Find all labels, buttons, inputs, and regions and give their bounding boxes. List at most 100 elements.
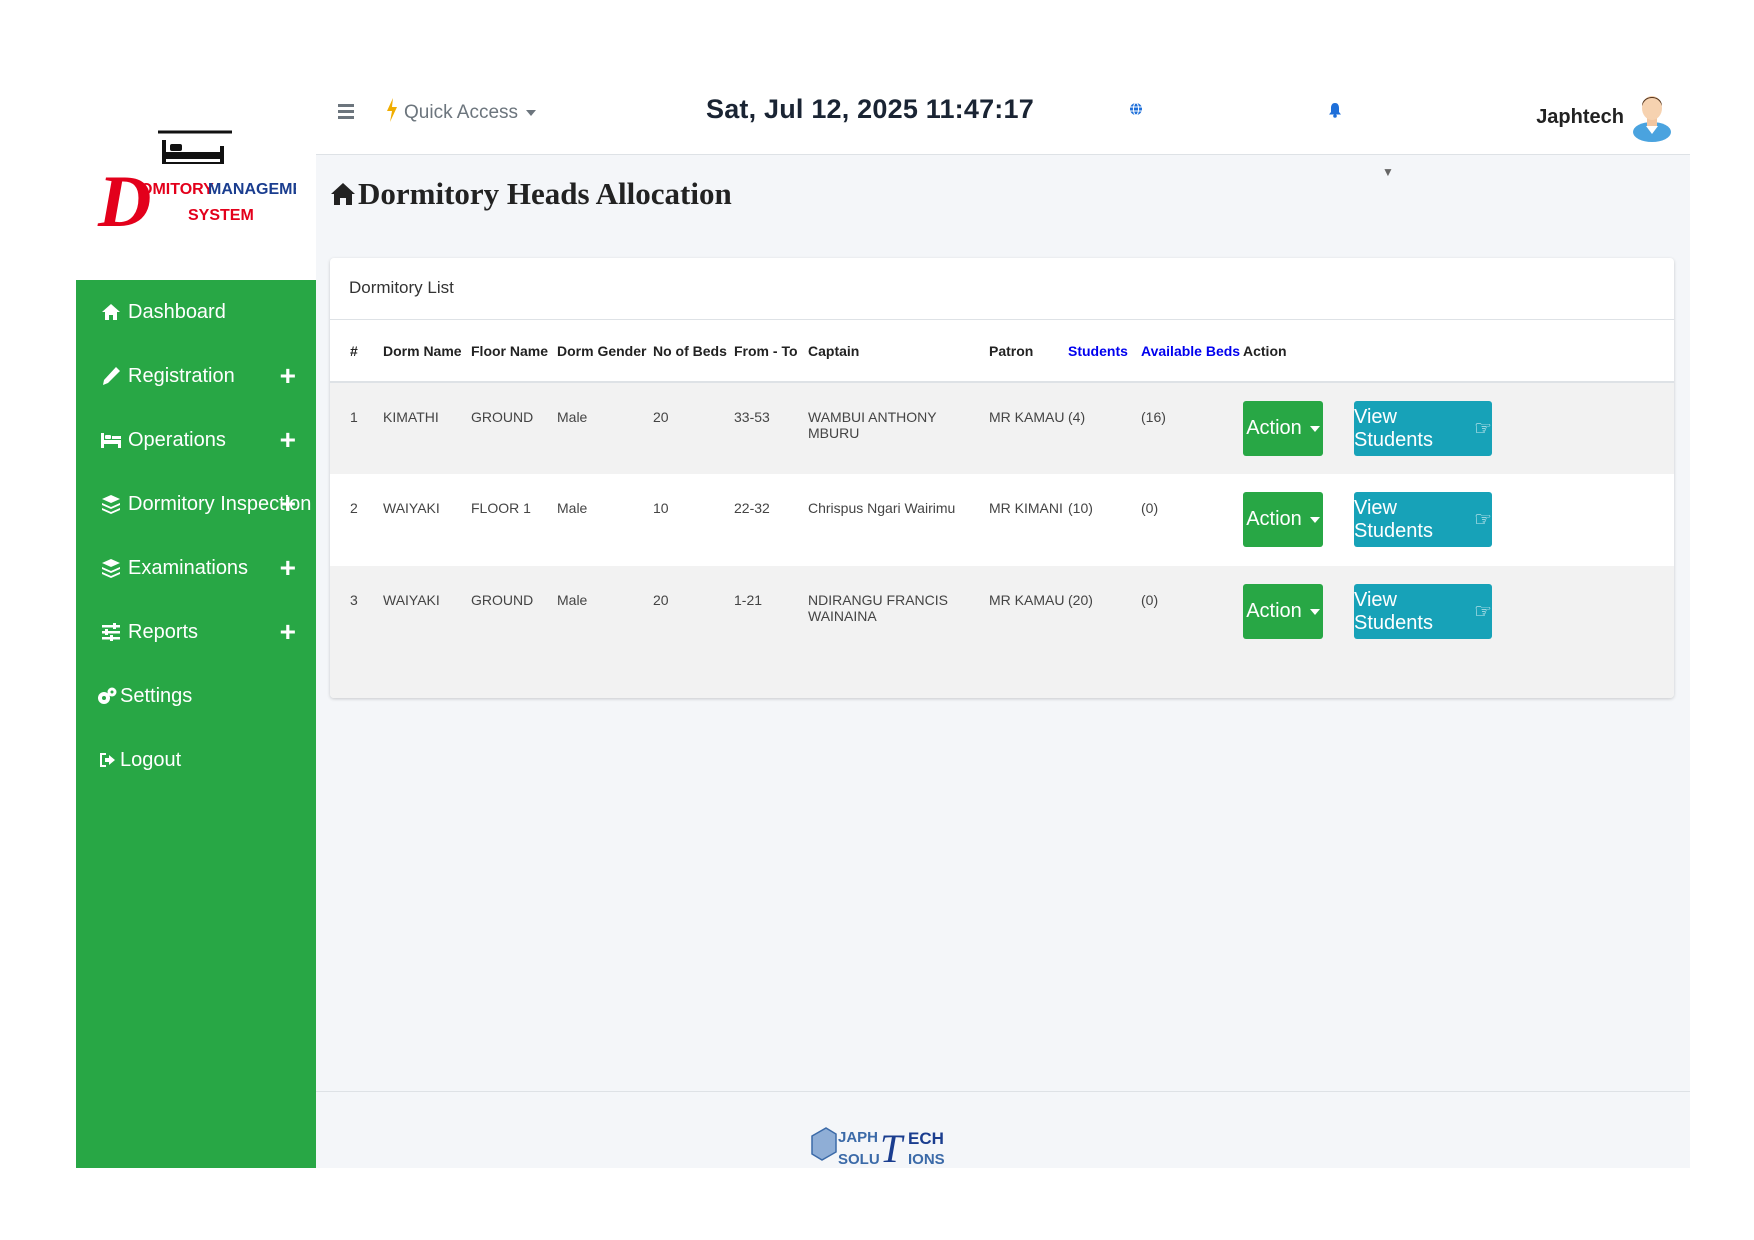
column-header-floor-name: Floor Name	[471, 320, 557, 383]
cell-action: Action	[1243, 382, 1354, 474]
column-header-patron: Patron	[989, 320, 1068, 383]
layers-icon	[100, 493, 122, 515]
column-header-dorm-name: Dorm Name	[383, 320, 471, 383]
user-name: Japhtech	[1536, 106, 1624, 128]
cell-from-to: 1-21	[734, 566, 808, 658]
gears-icon	[96, 685, 118, 707]
datetime-display: Sat, Jul 12, 2025 11:47:17	[706, 94, 1034, 124]
sidebar-nav: Dashboard Registration + Operations + Do…	[76, 280, 316, 792]
layers-icon	[100, 557, 122, 579]
cell-floor-name: GROUND	[471, 382, 557, 474]
company-logo: JAPH ECH T SOLU IONS	[811, 1126, 945, 1168]
expand-plus-icon[interactable]: +	[280, 490, 296, 518]
quick-access-dropdown[interactable]: Quick Access	[386, 98, 537, 128]
cell-no-of-beds: 10	[653, 474, 734, 566]
pencil-icon	[100, 365, 122, 387]
hand-pointer-icon: ☞	[1474, 418, 1492, 440]
cell-dorm-name: WAIYAKI	[383, 566, 471, 658]
sidebar-item-dashboard[interactable]: Dashboard	[76, 280, 316, 344]
svg-text:SOLU: SOLU	[838, 1151, 880, 1168]
view-students-button[interactable]: View Students ☞	[1354, 584, 1492, 639]
page-title: Dormitory Heads Allocation	[330, 176, 732, 212]
bolt-icon	[386, 98, 398, 128]
svg-text:T: T	[880, 1126, 905, 1168]
cell-captain: Chrispus Ngari Wairimu	[808, 474, 989, 566]
sidebar: D OMITORY MANAGEMENT SYSTEM Dashboard Re…	[76, 76, 316, 1168]
dormitory-table: # Dorm Name Floor Name Dorm Gender No of…	[330, 320, 1674, 658]
cell-number: 2	[330, 474, 383, 566]
expand-plus-icon[interactable]: +	[280, 554, 296, 582]
sidebar-item-logout[interactable]: Logout	[76, 728, 316, 792]
cell-action: Action	[1243, 566, 1354, 658]
card-header: Dormitory List	[330, 258, 1674, 320]
user-menu-caret-icon[interactable]: ▼	[1382, 165, 1394, 179]
column-header-dorm-gender: Dorm Gender	[557, 320, 653, 383]
sidebar-item-label: Registration	[128, 364, 235, 387]
cell-dorm-gender: Male	[557, 474, 653, 566]
home-icon	[100, 301, 122, 323]
bell-icon[interactable]	[1328, 102, 1342, 123]
sidebar-item-label: Operations	[128, 428, 226, 451]
cell-dorm-name: KIMATHI	[383, 382, 471, 474]
cell-dorm-name: WAIYAKI	[383, 474, 471, 566]
brand-logo[interactable]: D OMITORY MANAGEMENT SYSTEM	[76, 76, 316, 280]
column-header-students[interactable]: Students	[1068, 320, 1141, 383]
cell-available-beds: (0)	[1141, 566, 1243, 658]
sidebar-item-dormitory-inspection[interactable]: Dormitory Inspection +	[76, 472, 316, 536]
page-footer: JAPH ECH T SOLU IONS	[316, 1091, 1690, 1168]
cell-students: (4)	[1068, 382, 1141, 474]
table-row: 3 WAIYAKI GROUND Male 20 1-21 NDIRANGU F…	[330, 566, 1674, 658]
globe-icon[interactable]	[1129, 102, 1143, 121]
svg-text:MANAGEMENT: MANAGEMENT	[208, 181, 296, 198]
expand-plus-icon[interactable]: +	[280, 426, 296, 454]
sidebar-item-examinations[interactable]: Examinations +	[76, 536, 316, 600]
dormitory-list-card: Dormitory List # Dorm Name Floor Name Do…	[330, 258, 1674, 698]
sidebar-item-label: Logout	[120, 748, 182, 771]
sidebar-item-reports[interactable]: Reports +	[76, 600, 316, 664]
column-header-captain: Captain	[808, 320, 989, 383]
page-title-text: Dormitory Heads Allocation	[358, 176, 732, 211]
view-students-button[interactable]: View Students ☞	[1354, 401, 1492, 456]
sidebar-item-settings[interactable]: Settings	[76, 664, 316, 728]
top-navbar: Quick Access Sat, Jul 12, 2025 11:47:17 …	[316, 76, 1690, 155]
cell-captain: NDIRANGU FRANCIS WAINAINA	[808, 566, 989, 658]
column-header-number: #	[330, 320, 383, 383]
svg-text:IONS: IONS	[908, 1151, 945, 1168]
column-header-action: Action	[1243, 320, 1354, 383]
sidebar-item-label: Dashboard	[128, 300, 226, 323]
action-dropdown-button[interactable]: Action	[1243, 584, 1323, 639]
user-menu[interactable]: Japhtech	[1536, 88, 1672, 147]
menu-toggle-icon[interactable]	[338, 104, 354, 120]
cell-view: View Students ☞	[1354, 474, 1674, 566]
action-dropdown-button[interactable]: Action	[1243, 401, 1323, 456]
column-header-available-beds[interactable]: Available Beds	[1141, 320, 1243, 383]
sidebar-item-label: Examinations	[128, 556, 249, 579]
cell-no-of-beds: 20	[653, 382, 734, 474]
chevron-down-icon	[1309, 516, 1320, 523]
cell-from-to: 33-53	[734, 382, 808, 474]
chevron-down-icon	[526, 110, 537, 116]
quick-access-label: Quick Access	[404, 102, 519, 123]
sidebar-item-operations[interactable]: Operations +	[76, 408, 316, 472]
home-icon	[331, 183, 355, 205]
cell-captain: WAMBUI ANTHONY MBURU	[808, 382, 989, 474]
bed-icon	[100, 429, 122, 451]
table-footer	[330, 658, 1674, 698]
cell-number: 1	[330, 382, 383, 474]
view-students-button[interactable]: View Students ☞	[1354, 492, 1492, 547]
action-dropdown-button[interactable]: Action	[1243, 492, 1323, 547]
chevron-down-icon	[1309, 425, 1320, 432]
hand-pointer-icon: ☞	[1474, 601, 1492, 623]
cell-floor-name: GROUND	[471, 566, 557, 658]
sidebar-item-registration[interactable]: Registration +	[76, 344, 316, 408]
cell-dorm-gender: Male	[557, 566, 653, 658]
sidebar-item-label: Reports	[128, 620, 199, 643]
expand-plus-icon[interactable]: +	[280, 362, 296, 390]
cell-patron: MR KAMAU	[989, 566, 1068, 658]
cell-students: (10)	[1068, 474, 1141, 566]
expand-plus-icon[interactable]: +	[280, 618, 296, 646]
cell-view: View Students ☞	[1354, 566, 1674, 658]
cell-available-beds: (0)	[1141, 474, 1243, 566]
cell-number: 3	[330, 566, 383, 658]
table-row: 2 WAIYAKI FLOOR 1 Male 10 22-32 Chrispus…	[330, 474, 1674, 566]
